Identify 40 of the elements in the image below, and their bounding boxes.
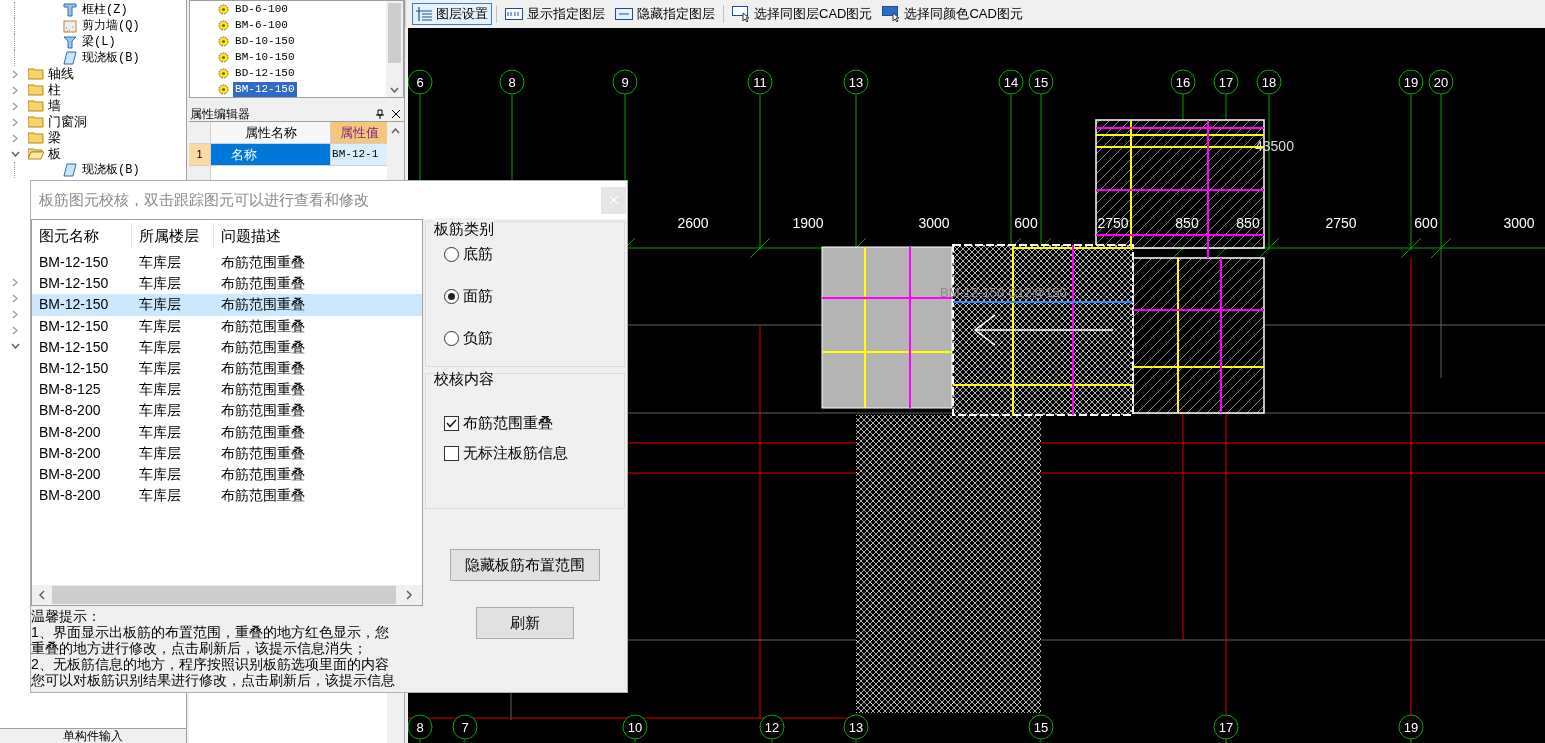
axis-bubble: 17 <box>1213 714 1239 740</box>
hint-text: 1、界面显示出板筋的布置范围，重叠的地方红色显示，您 <box>31 624 390 640</box>
axis-bubble: 18 <box>1256 69 1282 95</box>
axis-bubble: 15 <box>1028 69 1054 95</box>
axis-bubble: 20 <box>1428 69 1454 95</box>
axis-bubble: 9 <box>612 69 638 95</box>
axis-bubble: 13 <box>843 714 869 740</box>
dimension-label: 2600 <box>677 215 709 231</box>
axis-bubble: 11 <box>747 69 773 95</box>
panel-title: 属性编辑器 <box>190 105 252 123</box>
axis-bubble: 6 <box>408 69 433 95</box>
axis-bubble: 16 <box>1170 69 1196 95</box>
dimension-label: 600 <box>1014 215 1038 231</box>
axis-bubble: 12 <box>759 714 785 740</box>
axis-bubble: 15 <box>1028 714 1054 740</box>
axis-bubble: 19 <box>1398 714 1424 740</box>
dialog-title: 板筋图元校核，双击跟踪图元可以进行查看和修改 <box>39 189 370 210</box>
hint-title: 温馨提示： <box>31 608 102 624</box>
axis-bubble: 10 <box>622 714 648 740</box>
dimension-label: 600 <box>1414 215 1438 231</box>
dimension-label: 1900 <box>792 215 824 231</box>
row-number: 1 <box>189 144 212 165</box>
axis-bubble: 14 <box>998 69 1024 95</box>
hint-text: 您可以对板筋识别结果进行修改，点击刷新后，该提示信息 <box>31 672 396 688</box>
axis-bubble: 8 <box>408 714 433 740</box>
dimension-label: 2750 <box>1097 215 1129 231</box>
axis-bubble: 17 <box>1213 69 1239 95</box>
column-header: 属性值 <box>331 122 387 143</box>
axis-bubble: 19 <box>1398 69 1424 95</box>
axis-bubble: 8 <box>499 69 525 95</box>
hint-text: 重叠的地方进行修改，点击刷新后，该提示信息消失； <box>31 640 368 656</box>
dimension-label: 3000 <box>1503 215 1535 231</box>
dimension-label: 850 <box>1175 215 1199 231</box>
dimension-label: 850 <box>1236 215 1260 231</box>
hint-text: 2、无板筋信息的地方，程序按照识别板筋选项里面的内容 <box>31 656 390 672</box>
dimension-label: 2750 <box>1325 215 1357 231</box>
dimension-label: 3000 <box>918 215 950 231</box>
axis-bubble: 7 <box>452 714 478 740</box>
axis-bubble: 13 <box>843 69 869 95</box>
column-header: 属性名称 <box>211 122 332 143</box>
